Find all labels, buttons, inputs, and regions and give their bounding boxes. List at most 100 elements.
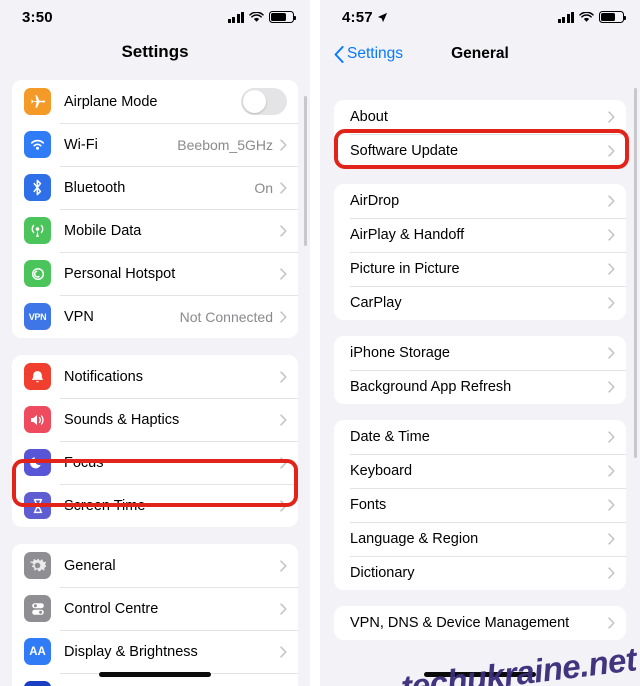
chevron-right-icon [608, 465, 615, 477]
vpn-icon: VPN [24, 303, 51, 330]
cellular-bars-icon [557, 11, 574, 23]
left-phone-panel: 3:50 Settings Airplane Mode Wi-Fi Beebom… [0, 0, 310, 686]
settings-group-system: General Control Centre AA Display & Brig… [12, 544, 298, 686]
settings-row-label: Screen Time [64, 497, 146, 514]
dual-phone-screenshot: 3:50 Settings Airplane Mode Wi-Fi Beebom… [0, 0, 640, 686]
general-row-fonts[interactable]: Fonts [334, 488, 626, 522]
chevron-right-icon [280, 499, 287, 512]
chevron-right-icon [280, 602, 287, 615]
settings-row-general[interactable]: General [12, 544, 298, 587]
chevron-right-icon [608, 617, 615, 629]
chevron-right-icon [280, 370, 287, 383]
back-button[interactable]: Settings [334, 45, 403, 63]
right-status-bar: 4:57 [320, 0, 640, 34]
general-row-dictionary[interactable]: Dictionary [334, 556, 626, 590]
chevron-right-icon [608, 195, 615, 207]
general-group-about: About Software Update [334, 100, 626, 168]
settings-row-label: Airplane Mode [64, 93, 158, 110]
settings-row-value: Beebom_5GHz [177, 136, 273, 153]
settings-row-bluetooth[interactable]: Bluetooth On [12, 166, 298, 209]
focus-moon-icon [24, 449, 51, 476]
settings-row-vpn[interactable]: VPN VPN Not Connected [12, 295, 298, 338]
left-settings-scroll[interactable]: Airplane Mode Wi-Fi Beebom_5GHz Bluetoot [0, 70, 310, 686]
settings-row-label: Picture in Picture [350, 261, 460, 277]
cellular-bars-icon [227, 11, 244, 23]
left-nav-bar: Settings [0, 34, 310, 70]
chevron-right-icon [608, 297, 615, 309]
general-row-carplay[interactable]: CarPlay [334, 286, 626, 320]
home-indicator [99, 672, 211, 677]
settings-row-control-centre[interactable]: Control Centre [12, 587, 298, 630]
settings-row-label: Focus [64, 454, 104, 471]
right-scrollbar[interactable] [634, 88, 637, 458]
settings-row-label: VPN [64, 308, 94, 325]
wifi-icon [579, 11, 594, 22]
display-brightness-icon: AA [24, 638, 51, 665]
general-group-sharing: AirDrop AirPlay & Handoff Picture in Pic… [334, 184, 626, 320]
chevron-right-icon [608, 431, 615, 443]
settings-row-sounds-haptics[interactable]: Sounds & Haptics [12, 398, 298, 441]
settings-row-label: Display & Brightness [64, 643, 198, 660]
general-row-background-app-refresh[interactable]: Background App Refresh [334, 370, 626, 404]
settings-row-label: Mobile Data [64, 222, 142, 239]
left-status-bar: 3:50 [0, 0, 310, 34]
general-row-iphone-storage[interactable]: iPhone Storage [334, 336, 626, 370]
settings-row-value: On [254, 179, 273, 196]
general-row-about[interactable]: About [334, 100, 626, 134]
chevron-right-icon [608, 533, 615, 545]
general-group-locale: Date & Time Keyboard Fonts Language & Re… [334, 420, 626, 590]
settings-row-focus[interactable]: Focus [12, 441, 298, 484]
general-row-vpn-dns-device-management[interactable]: VPN, DNS & Device Management [334, 606, 626, 640]
home-screen-grid-icon [24, 681, 51, 686]
left-status-time: 3:50 [22, 8, 53, 26]
chevron-right-icon [608, 111, 615, 123]
chevron-right-icon [608, 567, 615, 579]
general-row-keyboard[interactable]: Keyboard [334, 454, 626, 488]
right-status-icons [557, 11, 627, 23]
settings-row-label: General [64, 557, 116, 574]
settings-row-label: Background App Refresh [350, 379, 512, 395]
settings-row-label: Keyboard [350, 463, 413, 479]
settings-row-wifi[interactable]: Wi-Fi Beebom_5GHz [12, 123, 298, 166]
left-scrollbar[interactable] [304, 96, 307, 246]
airplane-mode-toggle[interactable] [241, 88, 287, 115]
settings-row-label: Fonts [350, 497, 387, 513]
chevron-right-icon [280, 310, 287, 323]
settings-row-display-brightness[interactable]: AA Display & Brightness [12, 630, 298, 673]
wifi-icon [249, 11, 264, 22]
chevron-right-icon [280, 645, 287, 658]
general-row-date-time[interactable]: Date & Time [334, 420, 626, 454]
chevron-right-icon [280, 138, 287, 151]
settings-row-mobile-data[interactable]: Mobile Data [12, 209, 298, 252]
bluetooth-icon [24, 174, 51, 201]
general-row-airplay-handoff[interactable]: AirPlay & Handoff [334, 218, 626, 252]
chevron-right-icon [280, 559, 287, 572]
general-row-airdrop[interactable]: AirDrop [334, 184, 626, 218]
general-settings-scroll[interactable]: About Software Update AirDrop AirPlay & … [320, 74, 640, 686]
general-group-management: VPN, DNS & Device Management [334, 606, 626, 640]
general-gear-icon [24, 552, 51, 579]
general-row-language-region[interactable]: Language & Region [334, 522, 626, 556]
settings-group-connectivity: Airplane Mode Wi-Fi Beebom_5GHz Bluetoot [12, 80, 298, 338]
settings-row-label: Dictionary [350, 565, 415, 581]
chevron-right-icon [608, 347, 615, 359]
settings-row-label: VPN, DNS & Device Management [350, 615, 570, 631]
chevron-right-icon [608, 263, 615, 275]
control-centre-icon [24, 595, 51, 622]
settings-row-label: AirPlay & Handoff [350, 227, 465, 243]
general-row-software-update[interactable]: Software Update [334, 134, 626, 168]
settings-row-notifications[interactable]: Notifications [12, 355, 298, 398]
chevron-right-icon [280, 456, 287, 469]
general-row-picture-in-picture[interactable]: Picture in Picture [334, 252, 626, 286]
settings-row-screen-time[interactable]: Screen Time [12, 484, 298, 527]
battery-icon [599, 11, 627, 23]
location-arrow-icon [377, 12, 387, 22]
chevron-left-icon [334, 45, 344, 63]
chevron-right-icon [608, 499, 615, 511]
settings-row-label: AirDrop [350, 193, 400, 209]
chevron-right-icon [280, 181, 287, 194]
left-status-icons [227, 11, 297, 23]
settings-row-airplane-mode[interactable]: Airplane Mode [12, 80, 298, 123]
settings-row-label: Bluetooth [64, 179, 126, 196]
settings-row-personal-hotspot[interactable]: Personal Hotspot [12, 252, 298, 295]
